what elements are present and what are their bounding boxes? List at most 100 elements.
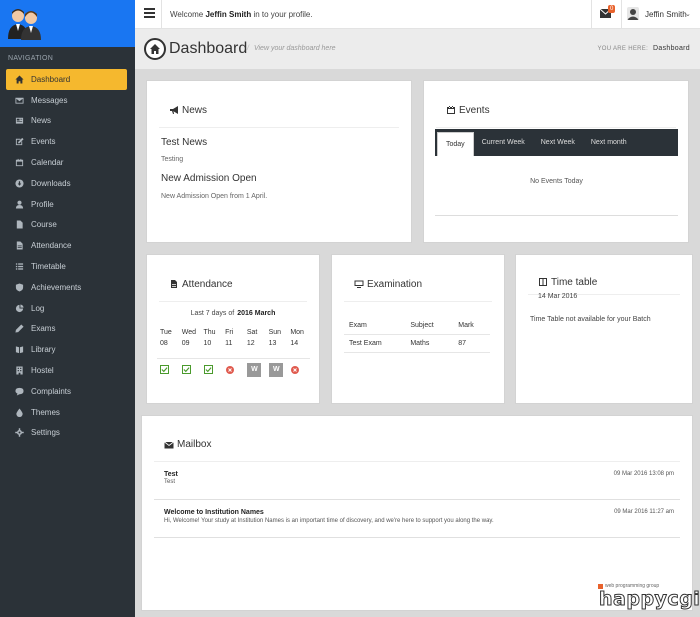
user-name[interactable]: Jeffin Smith [645, 10, 687, 19]
attendance-month: 2016 March [237, 310, 276, 317]
timetable-panel-header: Time table [528, 267, 680, 295]
sidebar-item-events[interactable]: Events [0, 131, 135, 152]
tab-next-month[interactable]: Next month [583, 129, 635, 156]
users-logo-icon [8, 9, 41, 40]
sidebar-item-log[interactable]: Log [0, 298, 135, 319]
header-divider [591, 0, 592, 29]
attendance-caption: Last 7 days of 2016 March [147, 310, 319, 317]
attendance-date: 13 [268, 340, 277, 347]
mail-subject[interactable]: Test [164, 471, 178, 478]
attendance-days-grid: Tue Wed Thu Fri Sat Sun Mon 08 09 10 11 12 13 14 [157, 329, 309, 351]
breadcrumb: YOU ARE HERE: Dashboard [597, 45, 690, 52]
sidebar-item-messages[interactable]: Messages [0, 90, 135, 111]
sidebar-item-exams[interactable]: Exams [0, 319, 135, 340]
breadcrumb-label: YOU ARE HERE: [597, 46, 649, 52]
calendar-icon [14, 158, 24, 168]
mail-body: Test [164, 479, 176, 485]
sidebar-item-settings[interactable]: Settings [0, 423, 135, 444]
file-text-icon [171, 280, 177, 288]
exam-table: Exam Subject Mark Test Exam Maths 87 [344, 317, 490, 353]
sidebar-item-label: Downloads [31, 178, 71, 188]
attendance-weekday: Sat [246, 329, 258, 336]
sidebar-item-label: Settings [31, 428, 60, 438]
sidebar-item-news[interactable]: News [0, 111, 135, 132]
watermark-brand: happycgi [598, 588, 700, 611]
attendance-status-cell [179, 365, 201, 374]
home-icon [144, 38, 166, 60]
header-divider [621, 0, 622, 29]
table-cell: 87 [453, 334, 490, 353]
attendance-caption-prefix: Last 7 days of [190, 310, 235, 317]
tab-next-week[interactable]: Next Week [533, 129, 583, 156]
chevron-down-icon[interactable]: ⌄ [685, 10, 691, 18]
sidebar-item-label: Course [31, 220, 57, 230]
mail-subject[interactable]: Welcome to Institution Names [164, 509, 264, 516]
tint-icon [14, 407, 24, 417]
examination-heading: Examination [367, 278, 423, 290]
shield-icon [14, 282, 24, 292]
sidebar-item-label: Themes [31, 407, 60, 417]
attendance-status-cell: W [244, 362, 266, 377]
welcome-suffix: in to your profile. [253, 10, 313, 19]
sidebar-item-themes[interactable]: Themes [0, 402, 135, 423]
sidebar-item-label: Library [31, 345, 56, 355]
menu-toggle-icon[interactable] [144, 8, 155, 18]
events-heading: Events [459, 104, 490, 116]
tab-today[interactable]: Today [437, 132, 474, 156]
sidebar-item-label: Achievements [31, 282, 82, 292]
pencil-icon [14, 324, 24, 334]
sidebar-item-label: Attendance [31, 241, 72, 251]
attendance-date: 14 [290, 340, 299, 347]
mail-item[interactable]: Welcome to Institution Names Hi, Welcome… [154, 500, 680, 538]
sidebar-item-downloads[interactable]: Downloads [0, 173, 135, 194]
mail-item[interactable]: Test Test 09 Mar 2016 13:08 pm [154, 463, 680, 500]
columns-icon [539, 278, 547, 286]
sidebar-item-label: Log [31, 303, 45, 313]
sidebar-item-achievements[interactable]: Achievements [0, 277, 135, 298]
column-header: Subject [405, 317, 454, 335]
attendance-status-cell [157, 365, 179, 374]
sidebar-item-hostel[interactable]: Hostel [0, 360, 135, 381]
events-panel-header: Events [436, 93, 676, 128]
pie-chart-icon [14, 303, 24, 313]
news-panel-header: News [159, 93, 399, 128]
sidebar-item-label: Exams [31, 324, 56, 334]
absent-x-icon [225, 365, 234, 374]
avatar[interactable] [627, 7, 639, 20]
comment-icon [14, 386, 24, 396]
sidebar-item-label: Calendar [31, 158, 64, 168]
breadcrumb-item[interactable]: Dashboard [653, 45, 690, 52]
sidebar-item-attendance[interactable]: Attendance [0, 235, 135, 256]
news-item-title[interactable]: Test News [161, 137, 207, 148]
attendance-date-row: 08 09 10 11 12 13 14 [157, 340, 309, 351]
home-icon [14, 74, 24, 84]
sidebar-item-library[interactable]: Library [0, 339, 135, 360]
gear-icon [14, 428, 24, 438]
news-panel: News Test News Testing New Admission Ope… [146, 80, 412, 243]
sidebar-item-profile[interactable]: Profile [0, 194, 135, 215]
book-icon [14, 345, 24, 355]
sidebar-item-label: News [31, 116, 52, 126]
sidebar-item-dashboard[interactable]: Dashboard [6, 69, 127, 90]
news-item-title[interactable]: New Admission Open [161, 173, 257, 184]
page-title-bar: Dashboard View your dashboard here YOU A… [135, 29, 700, 69]
sidebar-item-label: Dashboard [31, 74, 71, 84]
sidebar-item-course[interactable]: Course [0, 215, 135, 236]
welcome-text: Welcome Jeffin Smith in to your profile. [170, 10, 313, 19]
mail-date: 09 Mar 2016 13:08 pm [613, 471, 674, 477]
sidebar: NAVIGATION Dashboard Messages News Events Ca… [0, 0, 135, 617]
header-divider [161, 0, 162, 29]
attendance-status-cell [223, 365, 245, 374]
table-cell: Test Exam [344, 334, 406, 353]
sidebar-item-timetable[interactable]: Timetable [0, 256, 135, 277]
timetable-note: Time Table not available for your Batch [530, 316, 651, 323]
watermark-logo: web programming group happycgi [598, 583, 700, 611]
sidebar-item-complaints[interactable]: Complaints [0, 381, 135, 402]
events-panel: Events Today Current Week Next Week Next… [423, 80, 689, 243]
attendance-status-cell: W [266, 362, 288, 377]
sidebar-item-calendar[interactable]: Calendar [0, 152, 135, 173]
mailbox-heading: Mailbox [177, 439, 212, 450]
tab-current-week[interactable]: Current Week [474, 129, 533, 156]
nav-list: Dashboard Messages News Events Calendar Downl… [0, 69, 135, 443]
attendance-weekday: Sun [268, 329, 282, 336]
